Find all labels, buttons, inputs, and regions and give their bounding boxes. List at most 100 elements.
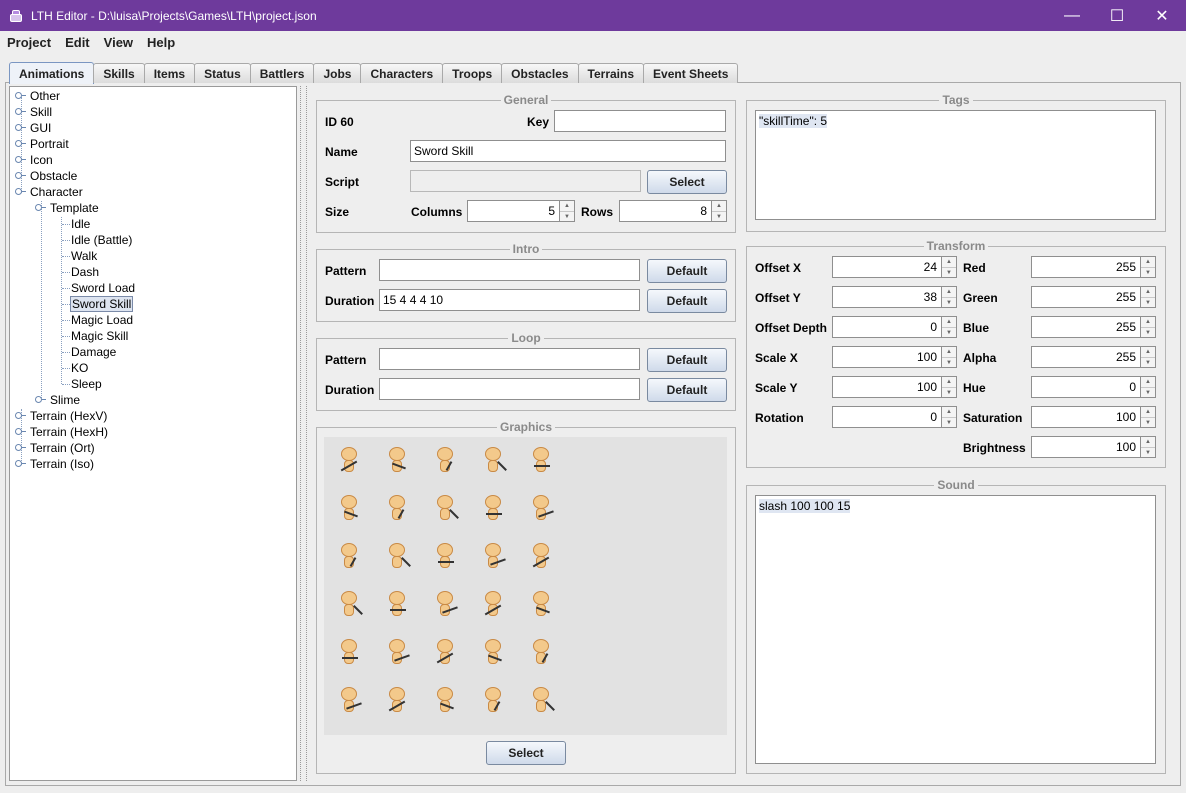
spin-down-icon[interactable]: ▼ <box>1141 417 1155 427</box>
spin-up-icon[interactable]: ▲ <box>1141 317 1155 327</box>
tree-node-gui[interactable]: GUI <box>15 120 52 136</box>
minimize-button[interactable]: — <box>1049 0 1095 31</box>
scale-x-spinner[interactable]: 100 <box>832 346 942 368</box>
spin-up-icon[interactable]: ▲ <box>712 201 726 211</box>
tab-skills[interactable]: Skills <box>93 63 145 83</box>
brightness-spinner[interactable]: 100 <box>1031 436 1141 458</box>
menu-view[interactable]: View <box>97 35 140 50</box>
blue-spinner[interactable]: 255 <box>1031 316 1141 338</box>
tree-node-portrait[interactable]: Portrait <box>15 136 70 152</box>
tab-status[interactable]: Status <box>194 63 251 83</box>
tree-node-template[interactable]: Template <box>35 200 100 216</box>
spin-up-icon[interactable]: ▲ <box>942 287 956 297</box>
offset-depth-spinner-arrows[interactable]: ▲ ▼ <box>942 316 957 338</box>
script-select-button[interactable]: Select <box>647 170 727 194</box>
rotation-spinner[interactable]: 0 <box>832 406 942 428</box>
split-pane-divider[interactable] <box>300 86 307 781</box>
spin-down-icon[interactable]: ▼ <box>1141 297 1155 307</box>
tree-node-terrain-ort[interactable]: Terrain (Ort) <box>15 440 96 456</box>
rows-spinner[interactable]: 8 <box>619 200 712 222</box>
spin-down-icon[interactable]: ▼ <box>1141 357 1155 367</box>
tree-node-idle[interactable]: Idle <box>70 216 91 232</box>
columns-spinner[interactable]: 5 <box>467 200 560 222</box>
spin-down-icon[interactable]: ▼ <box>1141 447 1155 457</box>
tab-troops[interactable]: Troops <box>442 63 503 83</box>
offset-y-spinner[interactable]: 38 <box>832 286 942 308</box>
offset-x-spinner[interactable]: 24 <box>832 256 942 278</box>
green-spinner[interactable]: 255 <box>1031 286 1141 308</box>
red-spinner-arrows[interactable]: ▲ ▼ <box>1141 256 1156 278</box>
menu-help[interactable]: Help <box>140 35 182 50</box>
tree-expand-icon[interactable] <box>15 91 26 100</box>
spin-down-icon[interactable]: ▼ <box>1141 387 1155 397</box>
rotation-spinner-arrows[interactable]: ▲ ▼ <box>942 406 957 428</box>
spin-up-icon[interactable]: ▲ <box>942 347 956 357</box>
intro-duration-default-button[interactable]: Default <box>647 289 727 313</box>
tree-expand-icon[interactable] <box>35 395 46 404</box>
alpha-spinner-arrows[interactable]: ▲ ▼ <box>1141 346 1156 368</box>
spin-up-icon[interactable]: ▲ <box>942 317 956 327</box>
spin-up-icon[interactable]: ▲ <box>1141 287 1155 297</box>
spin-down-icon[interactable]: ▼ <box>942 327 956 337</box>
tree-node-ko[interactable]: KO <box>70 360 89 376</box>
tab-animations[interactable]: Animations <box>9 62 95 84</box>
loop-duration-input[interactable] <box>379 378 640 400</box>
hue-spinner-arrows[interactable]: ▲ ▼ <box>1141 376 1156 398</box>
tree-node-idle-battle[interactable]: Idle (Battle) <box>70 232 133 248</box>
tree-node-damage[interactable]: Damage <box>70 344 117 360</box>
spin-down-icon[interactable]: ▼ <box>942 297 956 307</box>
spin-up-icon[interactable]: ▲ <box>1141 437 1155 447</box>
tree-expand-icon[interactable] <box>15 459 26 468</box>
spin-up-icon[interactable]: ▲ <box>942 257 956 267</box>
tree-expand-icon[interactable] <box>15 139 26 148</box>
tree-node-dash[interactable]: Dash <box>70 264 100 280</box>
scale-y-spinner[interactable]: 100 <box>832 376 942 398</box>
tree-expand-icon[interactable] <box>15 443 26 452</box>
tree-node-sleep[interactable]: Sleep <box>70 376 103 392</box>
tab-characters[interactable]: Characters <box>360 63 444 83</box>
loop-duration-default-button[interactable]: Default <box>647 378 727 402</box>
tree-node-obstacle[interactable]: Obstacle <box>15 168 78 184</box>
tree-expand-icon[interactable] <box>15 107 26 116</box>
graphics-select-button[interactable]: Select <box>486 741 566 765</box>
offset-x-spinner-arrows[interactable]: ▲ ▼ <box>942 256 957 278</box>
tree-node-terrain-hexv[interactable]: Terrain (HexV) <box>15 408 108 424</box>
tree-node-skill[interactable]: Skill <box>15 104 53 120</box>
loop-pattern-default-button[interactable]: Default <box>647 348 727 372</box>
tree-node-sword-load[interactable]: Sword Load <box>70 280 136 296</box>
tree-node-magic-load[interactable]: Magic Load <box>70 312 134 328</box>
hue-spinner[interactable]: 0 <box>1031 376 1141 398</box>
green-spinner-arrows[interactable]: ▲ ▼ <box>1141 286 1156 308</box>
tree-node-slime[interactable]: Slime <box>35 392 81 408</box>
spin-up-icon[interactable]: ▲ <box>1141 407 1155 417</box>
animation-tree[interactable]: Other Skill GUI Portrait Icon Obstacle C… <box>9 86 297 781</box>
tags-textarea[interactable]: "skillTime": 5 <box>755 110 1156 220</box>
tree-node-magic-skill[interactable]: Magic Skill <box>70 328 129 344</box>
offset-depth-spinner[interactable]: 0 <box>832 316 942 338</box>
spin-down-icon[interactable]: ▼ <box>560 211 574 221</box>
spin-down-icon[interactable]: ▼ <box>1141 327 1155 337</box>
tree-node-character[interactable]: Character <box>15 184 84 200</box>
spin-down-icon[interactable]: ▼ <box>1141 267 1155 277</box>
spin-down-icon[interactable]: ▼ <box>942 417 956 427</box>
saturation-spinner-arrows[interactable]: ▲ ▼ <box>1141 406 1156 428</box>
menu-project[interactable]: Project <box>0 35 58 50</box>
intro-pattern-default-button[interactable]: Default <box>647 259 727 283</box>
spin-down-icon[interactable]: ▼ <box>712 211 726 221</box>
spin-down-icon[interactable]: ▼ <box>942 357 956 367</box>
tab-jobs[interactable]: Jobs <box>313 63 362 83</box>
spin-up-icon[interactable]: ▲ <box>1141 257 1155 267</box>
tab-event-sheets[interactable]: Event Sheets <box>643 63 739 83</box>
tree-node-icon[interactable]: Icon <box>15 152 54 168</box>
tree-node-other[interactable]: Other <box>15 88 61 104</box>
close-button[interactable]: ✕ <box>1139 0 1185 31</box>
tree-expand-icon[interactable] <box>15 427 26 436</box>
scale-y-spinner-arrows[interactable]: ▲ ▼ <box>942 376 957 398</box>
columns-spinner-arrows[interactable]: ▲ ▼ <box>560 200 575 222</box>
tree-expand-icon[interactable] <box>15 411 26 420</box>
spin-down-icon[interactable]: ▼ <box>942 387 956 397</box>
spin-up-icon[interactable]: ▲ <box>560 201 574 211</box>
spin-up-icon[interactable]: ▲ <box>1141 347 1155 357</box>
brightness-spinner-arrows[interactable]: ▲ ▼ <box>1141 436 1156 458</box>
intro-duration-input[interactable]: 15 4 4 4 10 <box>379 289 640 311</box>
